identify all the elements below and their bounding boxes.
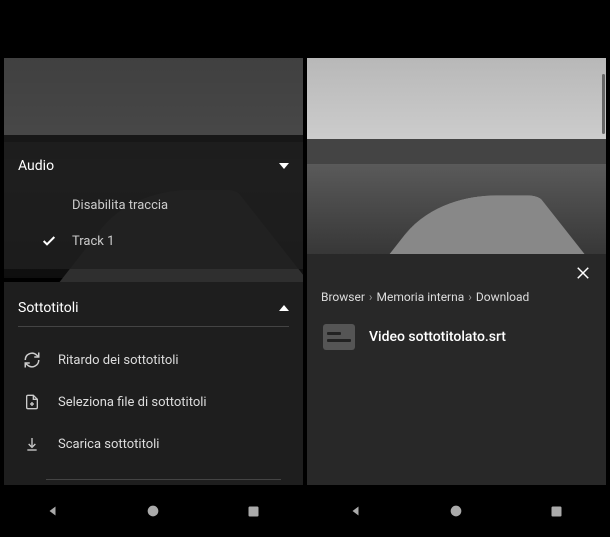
navbar-right xyxy=(307,489,606,533)
breadcrumb: Browser › Memoria interna › Download xyxy=(321,288,592,318)
nav-recent-button[interactable] xyxy=(536,491,576,531)
nav-recent-button[interactable] xyxy=(233,491,273,531)
file-name: Video sottotitolato.srt xyxy=(369,329,506,345)
disable-track-label: Disabilita traccia xyxy=(72,198,289,213)
chevron-right-icon: › xyxy=(468,290,472,304)
breadcrumb-mid[interactable]: Memoria interna xyxy=(377,290,465,304)
subtitle-file-icon xyxy=(323,324,355,350)
nav-back-button[interactable] xyxy=(34,491,74,531)
breadcrumb-leaf[interactable]: Download xyxy=(476,290,529,304)
file-icon xyxy=(22,393,42,411)
audio-header[interactable]: Audio xyxy=(18,154,289,178)
subtitle-file-item[interactable]: Video sottotitolato.srt xyxy=(321,318,592,356)
download-icon xyxy=(22,435,42,453)
sync-icon xyxy=(22,351,42,369)
check-icon xyxy=(40,233,58,249)
nav-back-button[interactable] xyxy=(337,491,377,531)
caret-up-icon xyxy=(279,305,289,311)
divider xyxy=(46,479,281,480)
breadcrumb-root[interactable]: Browser xyxy=(321,290,365,304)
divider xyxy=(18,326,289,327)
caret-down-icon xyxy=(279,163,289,169)
select-subtitle-label: Seleziona file di sottotitoli xyxy=(58,395,207,410)
track1-label: Track 1 xyxy=(72,234,289,249)
disable-track-option[interactable]: Disabilita traccia xyxy=(40,188,289,223)
download-subtitle-label: Scarica sottotitoli xyxy=(58,437,159,452)
select-subtitle-file-button[interactable]: Seleziona file di sottotitoli xyxy=(18,381,289,423)
subtitles-header[interactable]: Sottotitoli xyxy=(18,296,289,320)
scrollbar[interactable] xyxy=(602,74,605,134)
chevron-right-icon: › xyxy=(369,290,373,304)
download-subtitles-button[interactable]: Scarica sottotitoli xyxy=(18,423,289,465)
track1-option[interactable]: Track 1 xyxy=(40,223,289,259)
nav-home-button[interactable] xyxy=(436,491,476,531)
subtitle-delay-label: Ritardo dei sottotitoli xyxy=(58,353,179,368)
left-screenshot: Audio Disabilita traccia Track 1 Sottoti… xyxy=(4,4,303,533)
subtitles-section: Sottotitoli Ritardo dei sottotitoli Sele… xyxy=(4,282,303,485)
navbar-left xyxy=(4,489,303,533)
audio-title: Audio xyxy=(18,158,54,174)
right-screenshot: Browser › Memoria interna › Download Vid… xyxy=(307,4,606,533)
subtitle-delay-button[interactable]: Ritardo dei sottotitoli xyxy=(18,339,289,381)
subtitles-title: Sottotitoli xyxy=(18,300,79,316)
audio-section: Audio Disabilita traccia Track 1 xyxy=(4,142,303,269)
close-button[interactable] xyxy=(574,264,592,282)
nav-home-button[interactable] xyxy=(133,491,173,531)
file-browser-panel: Browser › Memoria interna › Download Vid… xyxy=(307,254,606,485)
